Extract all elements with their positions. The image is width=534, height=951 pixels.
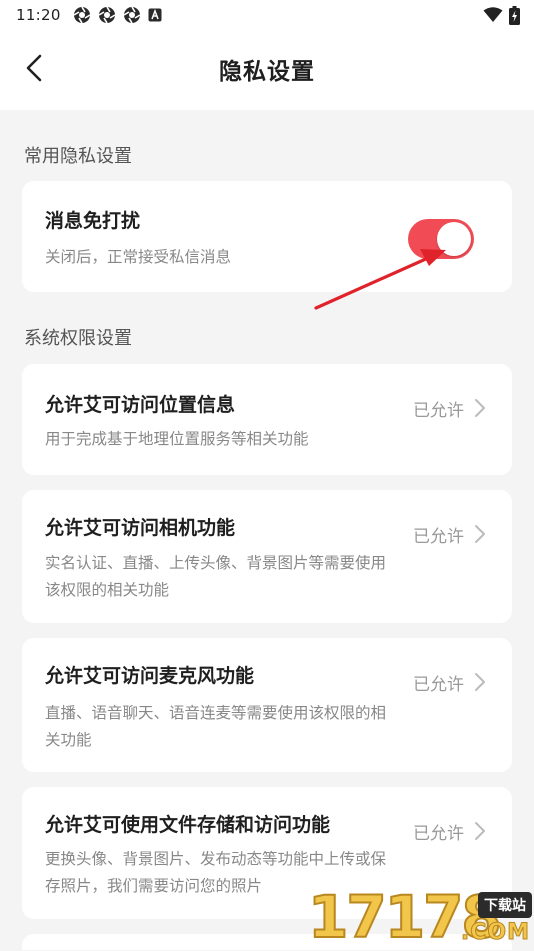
status-bar: 11:20 bbox=[0, 0, 534, 30]
permission-desc: 用于完成基于地理位置服务等相关功能 bbox=[45, 430, 309, 448]
permission-status: 已允许 bbox=[413, 527, 464, 547]
status-system-icons bbox=[483, 5, 520, 25]
dnd-title: 消息免打扰 bbox=[45, 210, 141, 232]
permission-status: 已允许 bbox=[413, 675, 464, 695]
chevron-right-icon bbox=[475, 822, 485, 840]
section-label-common: 常用隐私设置 bbox=[24, 146, 132, 167]
page-title: 隐私设置 bbox=[219, 59, 315, 85]
nav-bar: 隐私设置 bbox=[0, 30, 534, 110]
watermark-badge: 下载站 bbox=[478, 892, 532, 918]
permission-status: 已允许 bbox=[413, 824, 464, 844]
chevron-right-icon bbox=[475, 673, 485, 691]
section-label-system: 系统权限设置 bbox=[24, 328, 132, 349]
aperture-icon bbox=[123, 6, 141, 24]
battery-charging-icon bbox=[509, 5, 520, 25]
aperture-icon bbox=[73, 6, 91, 24]
permission-title: 允许艾可访问麦克风功能 bbox=[45, 665, 255, 687]
permission-desc: 直播、语音聊天、语音连麦等需要使用该权限的相关功能 bbox=[45, 704, 387, 749]
permission-title: 允许艾可访问相机功能 bbox=[45, 517, 236, 539]
status-notification-icons bbox=[73, 6, 162, 24]
status-time: 11:20 bbox=[16, 6, 61, 24]
permission-item-microphone[interactable]: 允许艾可访问麦克风功能 直播、语音聊天、语音连麦等需要使用该权限的相关功能 已允… bbox=[22, 638, 512, 772]
dnd-card: 消息免打扰 关闭后，正常接受私信消息 bbox=[22, 181, 512, 292]
watermark-com: .COM bbox=[460, 920, 530, 946]
watermark-logo: 17178 下载站 .COM bbox=[306, 882, 534, 950]
a-box-icon bbox=[148, 8, 162, 22]
dnd-toggle[interactable] bbox=[408, 219, 474, 259]
chevron-right-icon bbox=[475, 399, 485, 417]
permission-title: 允许艾可访问位置信息 bbox=[45, 394, 236, 416]
permission-item-location[interactable]: 允许艾可访问位置信息 用于完成基于地理位置服务等相关功能 已允许 bbox=[22, 364, 512, 475]
toggle-knob bbox=[437, 222, 471, 256]
wifi-icon bbox=[483, 7, 503, 22]
chevron-right-icon bbox=[475, 525, 485, 543]
permission-status: 已允许 bbox=[413, 401, 464, 421]
permission-title: 允许艾可使用文件存储和访问功能 bbox=[45, 814, 331, 836]
permission-desc: 实名认证、直播、上传头像、背景图片等需要使用该权限的相关功能 bbox=[45, 554, 387, 599]
permission-item-camera[interactable]: 允许艾可访问相机功能 实名认证、直播、上传头像、背景图片等需要使用该权限的相关功… bbox=[22, 490, 512, 623]
dnd-desc: 关闭后，正常接受私信消息 bbox=[45, 248, 232, 266]
aperture-icon bbox=[98, 6, 116, 24]
